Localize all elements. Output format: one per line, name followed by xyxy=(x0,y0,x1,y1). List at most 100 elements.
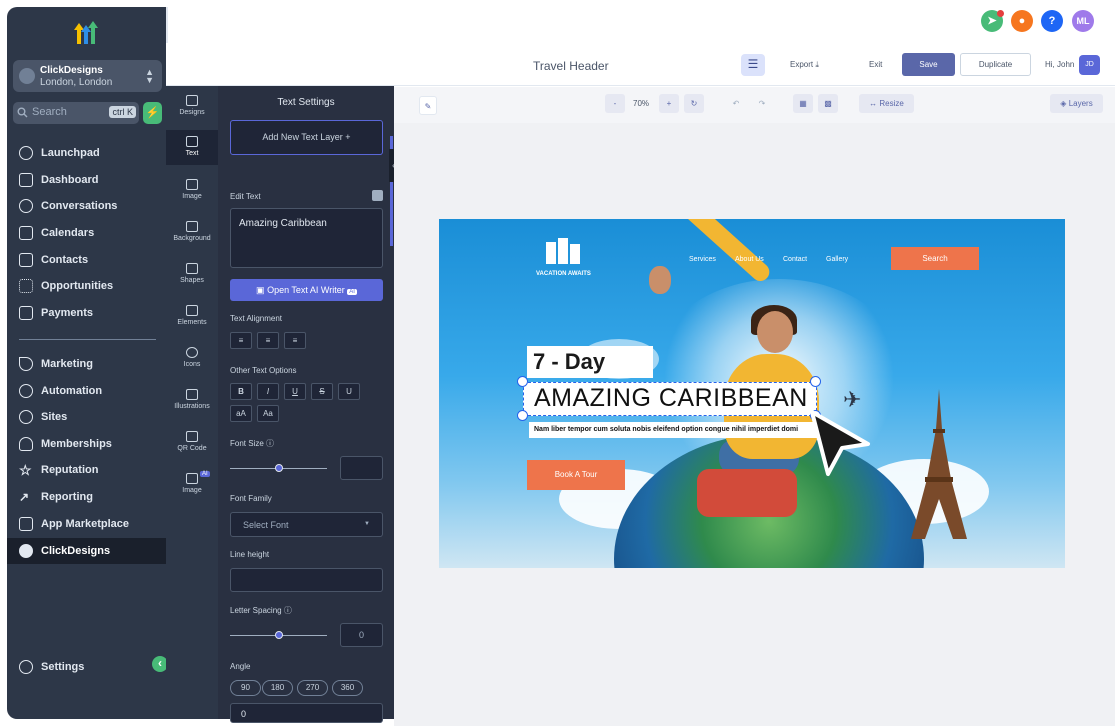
line-height-input[interactable] xyxy=(230,568,383,592)
magic-wand-icon[interactable]: ✎ xyxy=(419,96,437,115)
angle-preset-90[interactable]: 90 xyxy=(230,680,261,696)
open-ai-writer-button[interactable]: ▣ Open Text AI Writer AI xyxy=(230,279,383,301)
duplicate-button[interactable]: Duplicate xyxy=(960,53,1031,76)
search-input[interactable]: Search ctrl K xyxy=(13,102,139,124)
letter-spacing-input[interactable]: 0 xyxy=(340,623,383,647)
tool-shapes[interactable]: Shapes xyxy=(166,263,218,284)
font-size-input[interactable] xyxy=(340,456,383,480)
grid-toggle-icon[interactable]: ▦ xyxy=(793,94,813,113)
font-family-select[interactable]: Select Font ▼ xyxy=(230,512,383,537)
sidebar-item-app-marketplace[interactable]: App Marketplace xyxy=(7,511,166,537)
opportunities-icon xyxy=(19,279,33,293)
align-center-icon[interactable]: ≡ xyxy=(257,332,279,349)
angle-preset-270[interactable]: 270 xyxy=(297,680,328,696)
letter-spacing-slider[interactable] xyxy=(230,631,327,639)
underline-button[interactable]: U xyxy=(284,383,306,400)
sidebar-item-label: Settings xyxy=(41,661,85,673)
background-icon xyxy=(186,221,198,232)
italic-button[interactable]: I xyxy=(257,383,279,400)
quick-action-bolt-icon[interactable]: ⚡ xyxy=(143,102,162,124)
subtext-layer[interactable]: Nam liber tempor cum soluta nobis eleife… xyxy=(529,422,819,438)
zoom-out-button[interactable]: - xyxy=(605,94,625,113)
letter-spacing-label: Letter Spacing ⓘ xyxy=(230,605,292,616)
tool-icons[interactable]: Icons xyxy=(166,347,218,368)
sidebar-divider xyxy=(19,339,156,340)
book-tour-button-layer[interactable]: Book A Tour xyxy=(527,460,625,490)
sidebar-item-launchpad[interactable]: Launchpad xyxy=(7,140,166,166)
shapes-icon xyxy=(186,263,198,274)
tool-image[interactable]: Image xyxy=(166,179,218,200)
sidebar-item-reporting[interactable]: ↗ Reporting xyxy=(7,484,166,510)
sidebar-item-memberships[interactable]: Memberships xyxy=(7,431,166,457)
sidebar-item-calendars[interactable]: Calendars xyxy=(7,220,166,246)
export-button[interactable]: Export ⤓ xyxy=(790,60,819,70)
tour-text-layer[interactable]: 7 - Day Tour xyxy=(527,346,653,406)
sidebar-item-conversations[interactable]: Conversations xyxy=(7,193,166,219)
angle-input[interactable]: 0 xyxy=(230,703,383,723)
tool-qr-code[interactable]: QR Code xyxy=(166,431,218,452)
sidebar-item-label: Conversations xyxy=(41,200,118,212)
menu-icon[interactable]: ☰ xyxy=(741,54,765,76)
redo-icon[interactable]: ↷ xyxy=(752,94,772,113)
exit-button[interactable]: Exit xyxy=(869,60,882,69)
slider-knob[interactable] xyxy=(275,631,283,639)
overline-button[interactable]: U xyxy=(338,383,360,400)
align-left-icon[interactable]: ≡ xyxy=(230,332,252,349)
bell-icon[interactable]: ● xyxy=(1011,10,1033,32)
tools-rail: Designs Text Image Background Shapes Ele… xyxy=(166,86,218,719)
edit-text-expand-icon[interactable] xyxy=(372,190,383,201)
undo-icon[interactable]: ↶ xyxy=(726,94,746,113)
align-right-icon[interactable]: ≡ xyxy=(284,332,306,349)
tool-designs[interactable]: Designs xyxy=(166,95,218,116)
ai-image-icon xyxy=(186,473,198,484)
reset-zoom-icon[interactable]: ↻ xyxy=(684,94,704,113)
user-avatar[interactable]: ML xyxy=(1072,10,1094,32)
font-family-label: Font Family xyxy=(230,494,272,503)
tool-ai-image[interactable]: AI Image xyxy=(166,471,218,494)
layers-icon: ◈ xyxy=(1060,99,1067,108)
capitalize-button[interactable]: Aa xyxy=(257,405,279,422)
edit-text-label: Edit Text xyxy=(230,192,261,201)
sidebar-item-contacts[interactable]: Contacts xyxy=(7,247,166,273)
tool-text[interactable]: Text xyxy=(166,130,218,165)
resize-handle[interactable] xyxy=(517,410,528,421)
sidebar-item-reputation[interactable]: ☆ Reputation xyxy=(7,457,166,483)
sidebar-item-sites[interactable]: Sites xyxy=(7,404,166,430)
tool-background[interactable]: Background xyxy=(166,221,218,242)
sidebar-item-settings[interactable]: Settings xyxy=(7,654,166,680)
angle-preset-360[interactable]: 360 xyxy=(332,680,363,696)
snap-grid-icon[interactable]: ▩ xyxy=(818,94,838,113)
sidebar-item-automation[interactable]: Automation xyxy=(7,378,166,404)
user-greeting: Hi, John xyxy=(1045,60,1075,69)
bold-button[interactable]: B xyxy=(230,383,252,400)
edit-text-field[interactable]: Amazing Caribbean xyxy=(230,208,383,268)
document-title[interactable]: Travel Header xyxy=(533,59,609,73)
lowercase-button[interactable]: aA xyxy=(230,405,252,422)
chevron-down-icon: ▼ xyxy=(364,521,370,527)
slider-knob[interactable] xyxy=(275,464,283,472)
angle-preset-180[interactable]: 180 xyxy=(262,680,293,696)
user-initials-badge[interactable]: JD xyxy=(1079,55,1100,75)
sidebar-item-marketing[interactable]: Marketing xyxy=(7,351,166,377)
headline-text-layer[interactable]: AMAZING CARIBBEAN xyxy=(523,382,817,416)
tool-elements[interactable]: Elements xyxy=(166,305,218,326)
sidebar-item-dashboard[interactable]: Dashboard xyxy=(7,167,166,193)
layers-button[interactable]: ◈ Layers xyxy=(1050,94,1103,113)
tool-illustrations[interactable]: Illustrations xyxy=(166,389,218,410)
traveler-hand xyxy=(649,266,671,294)
design-artboard[interactable]: VACATION AWAITS Services About Us Contac… xyxy=(439,219,1065,568)
help-icon[interactable]: ? xyxy=(1041,10,1063,32)
payments-icon xyxy=(19,306,33,320)
sidebar-item-opportunities[interactable]: Opportunities xyxy=(7,273,166,299)
location-switcher[interactable]: ClickDesigns London, London ▲ ▼ xyxy=(13,60,162,92)
save-button[interactable]: Save xyxy=(902,53,955,76)
sidebar-item-payments[interactable]: Payments xyxy=(7,300,166,326)
zoom-in-button[interactable]: + xyxy=(659,94,679,113)
strikethrough-button[interactable]: S xyxy=(311,383,333,400)
resize-handle[interactable] xyxy=(517,376,528,387)
sidebar-item-clickdesigns[interactable]: ClickDesigns xyxy=(7,538,166,564)
font-size-slider[interactable] xyxy=(230,464,327,472)
add-text-layer-button[interactable]: Add New Text Layer + xyxy=(230,120,383,155)
resize-button[interactable]: ↔ Resize xyxy=(859,94,914,113)
resize-handle[interactable] xyxy=(810,376,821,387)
